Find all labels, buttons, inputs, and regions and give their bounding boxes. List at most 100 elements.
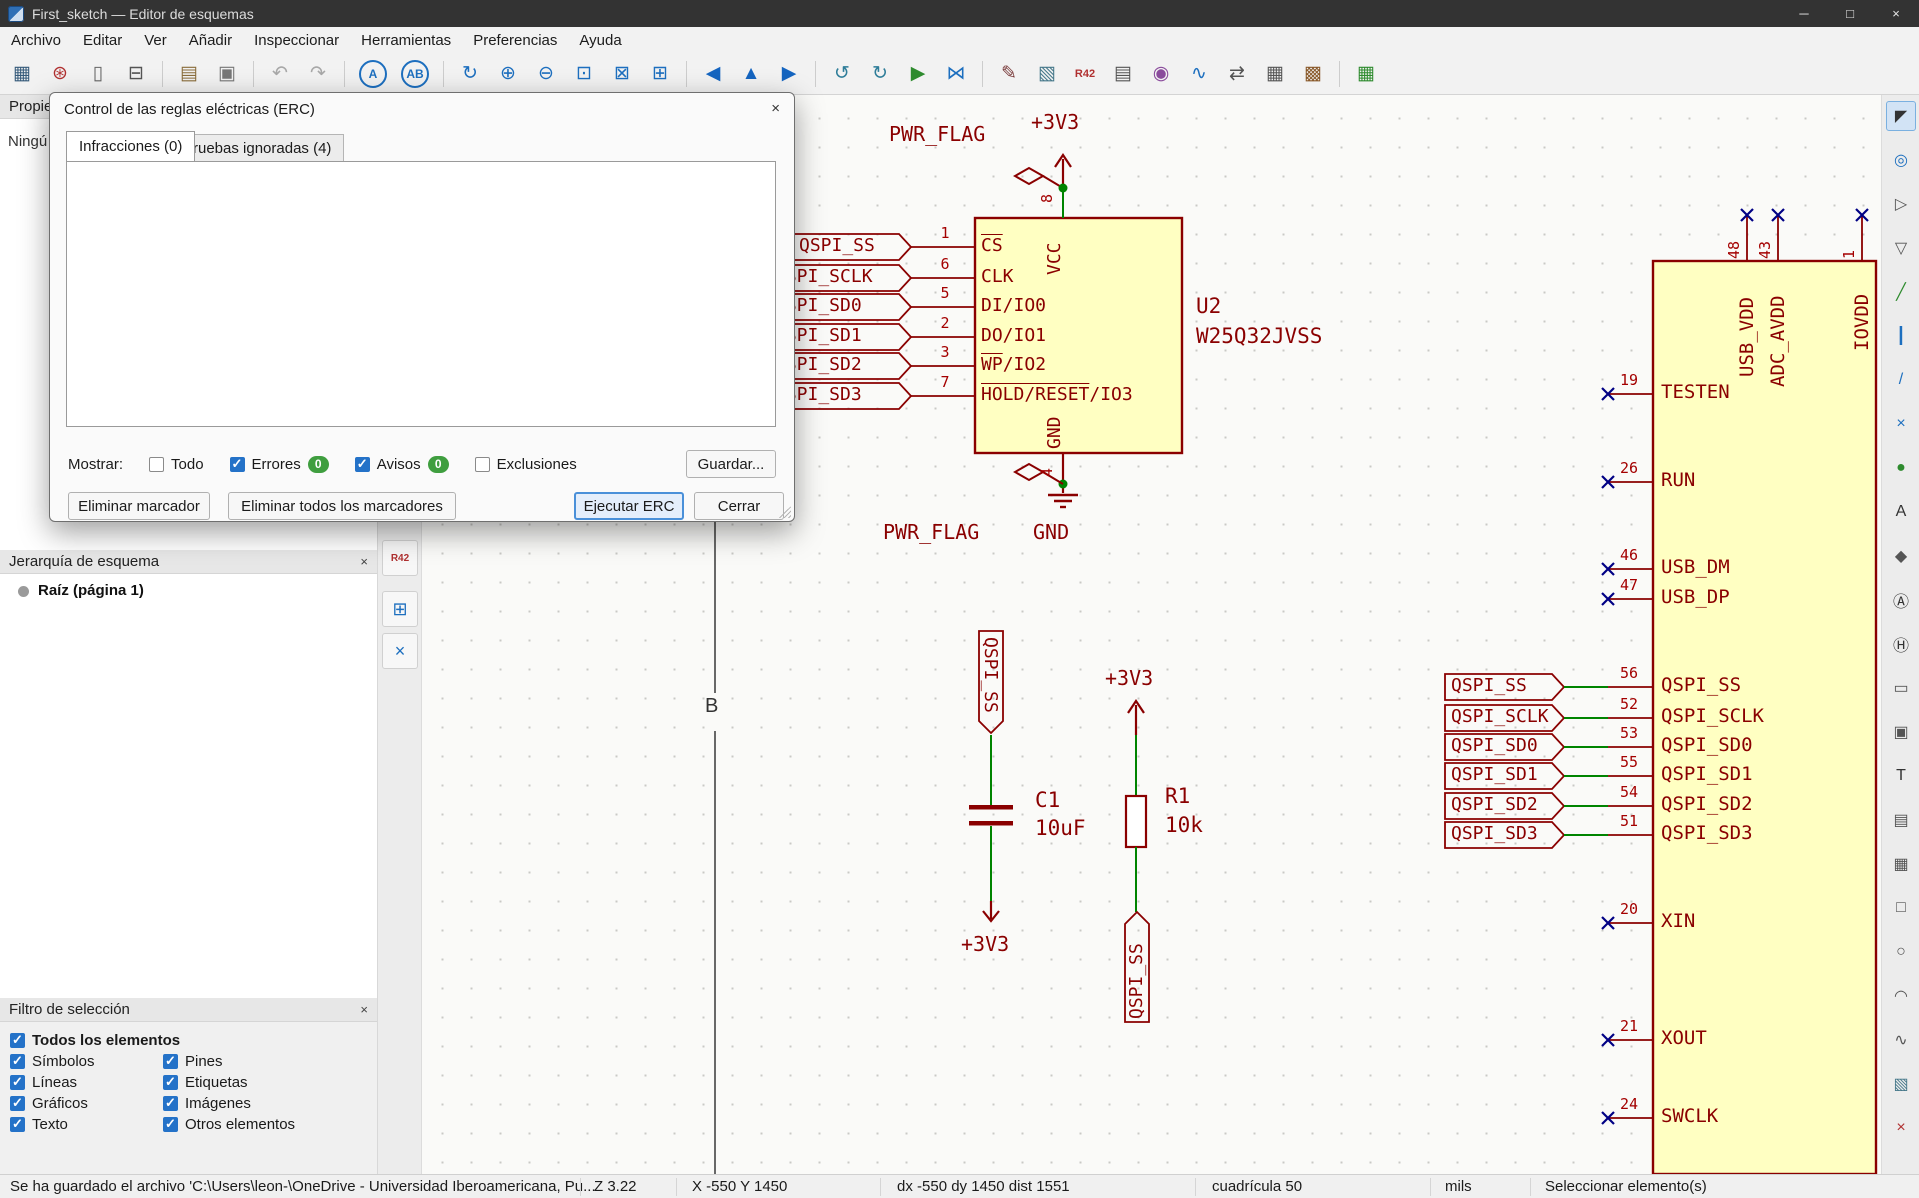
erc-filter-avisos[interactable]: Avisos 0 [354, 454, 449, 475]
netclass-directive-tool-icon[interactable]: ◆ [1886, 541, 1916, 571]
textbox-tool-icon[interactable]: ▤ [1886, 805, 1916, 835]
maximize-button[interactable]: □ [1827, 0, 1873, 27]
checkbox-icon[interactable] [163, 1053, 178, 1069]
highlight-net-tool-icon[interactable]: ◎ [1886, 145, 1916, 175]
u2-value[interactable]: W25Q32JVSS [1196, 324, 1322, 348]
menu-editar[interactable]: Editar [72, 27, 133, 53]
close-icon[interactable]: × [771, 100, 780, 117]
resize-grip[interactable] [779, 506, 791, 518]
arc-tool-icon[interactable]: ◠ [1886, 981, 1916, 1011]
net-label[interactable]: QSPI_SD3 [1451, 824, 1538, 844]
image-tool-icon[interactable]: ▧ [1886, 1069, 1916, 1099]
hierarchy-panel-caption[interactable]: Jerarquía de esquema × [0, 550, 377, 574]
menu-anadir[interactable]: Añadir [178, 27, 243, 53]
net-label[interactable]: QSPI_SD0 [1451, 736, 1538, 756]
window-titlebar[interactable]: First_sketch — Editor de esquemas ─ □ × [0, 0, 1919, 27]
menu-preferencias[interactable]: Preferencias [462, 27, 568, 53]
checkbox-icon[interactable] [10, 1053, 25, 1069]
v33-label[interactable]: +3V3 [1031, 111, 1079, 133]
undo-icon[interactable]: ↶ [264, 58, 296, 90]
delete-marker-button[interactable]: Eliminar marcador [68, 492, 210, 520]
u2-reference[interactable]: U2 [1196, 294, 1221, 318]
symbol-editor-icon[interactable]: ✎ [993, 58, 1025, 90]
copy-icon[interactable]: ▣ [211, 58, 243, 90]
checkbox-icon[interactable] [149, 456, 165, 472]
save-icon[interactable]: ▦ [6, 58, 38, 90]
checkbox-icon[interactable] [163, 1116, 178, 1132]
erc-filter-exclusiones[interactable]: Exclusiones [474, 454, 577, 475]
hierarchy-navigator-toggle-icon[interactable]: ⊞ [382, 591, 418, 627]
sheet-pin-tool-icon[interactable]: ▣ [1886, 717, 1916, 747]
run-simulation-icon[interactable]: ▶ [902, 58, 934, 90]
nav-up-icon[interactable]: ▲ [735, 58, 767, 90]
filter-checkbox-otroselementos[interactable]: Otros elementos [163, 1114, 295, 1135]
junction-tool-icon[interactable]: ● [1886, 453, 1916, 483]
page-settings-icon[interactable]: ▯ [82, 58, 114, 90]
no-connect-tool-icon[interactable]: × [1886, 409, 1916, 439]
run-erc-button[interactable]: Ejecutar ERC [574, 492, 684, 520]
bom-icon[interactable]: ▦ [1259, 58, 1291, 90]
simulator-icon[interactable]: ∿ [1183, 58, 1215, 90]
text-tool-icon[interactable]: T [1886, 761, 1916, 791]
checkbox-icon[interactable] [10, 1074, 25, 1090]
checkbox-icon[interactable] [10, 1032, 25, 1048]
filter-checkbox-todosloselementos[interactable]: Todos los elementos [10, 1030, 180, 1051]
checkbox-icon[interactable] [10, 1116, 25, 1132]
pcb-editor-icon[interactable]: ▦ [1350, 58, 1382, 90]
select-tool-icon[interactable]: ◤ [1886, 101, 1916, 131]
hierarchical-label-tool-icon[interactable]: Ⓗ [1886, 629, 1916, 659]
checkbox-icon[interactable] [163, 1074, 178, 1090]
annotate-icon[interactable]: R42 [1069, 58, 1101, 90]
filter-checkbox-etiquetas[interactable]: Etiquetas [163, 1072, 295, 1093]
minimize-button[interactable]: ─ [1781, 0, 1827, 27]
close-button[interactable]: × [1873, 0, 1919, 27]
net-label[interactable]: QSPI_SD1 [1451, 765, 1538, 785]
net-label-tool-icon[interactable]: A [1886, 497, 1916, 527]
pwr-flag-label-bottom[interactable]: PWR_FLAG [883, 521, 979, 543]
c1-reference[interactable]: C1 [1035, 788, 1060, 812]
rotate-ccw-icon[interactable]: ↺ [826, 58, 858, 90]
zoom-page-icon[interactable]: ⊠ [606, 58, 638, 90]
c1-net-label[interactable]: QSPI_SS [980, 637, 1001, 729]
circle-tool-icon[interactable]: ○ [1886, 937, 1916, 967]
delete-tool-icon[interactable]: × [1886, 1113, 1916, 1143]
r1-net-label[interactable]: QSPI_SS [1126, 927, 1147, 1019]
resistor-body[interactable] [1124, 794, 1148, 849]
close-icon[interactable]: × [360, 1002, 368, 1017]
filter-checkbox-lineas[interactable]: Líneas [10, 1072, 180, 1093]
zoom-out-icon[interactable]: ⊖ [530, 58, 562, 90]
sheet-tool-icon[interactable]: ▭ [1886, 673, 1916, 703]
filter-checkbox-pines[interactable]: Pines [163, 1051, 295, 1072]
bus-tool-icon[interactable]: ┃ [1886, 321, 1916, 351]
filter-checkbox-texto[interactable]: Texto [10, 1114, 180, 1135]
net-label[interactable]: QSPI_SCLK [1451, 707, 1549, 727]
close-dialog-button[interactable]: Cerrar [694, 492, 784, 520]
menu-archivo[interactable]: Archivo [0, 27, 72, 53]
wire-tool-icon[interactable]: ╱ [1886, 277, 1916, 307]
table-tool-icon[interactable]: ▦ [1886, 849, 1916, 879]
r1-value[interactable]: 10k [1165, 813, 1203, 837]
erc-icon[interactable]: ◉ [1145, 58, 1177, 90]
schematic-setup-icon[interactable]: ⊛ [44, 58, 76, 90]
checkbox-icon[interactable] [229, 456, 245, 472]
checkbox-icon[interactable] [474, 456, 490, 472]
capacitor-plate[interactable] [969, 805, 1013, 810]
find-replace-icon[interactable]: AB [401, 59, 429, 88]
filter-checkbox-simbolos[interactable]: Símbolos [10, 1051, 180, 1072]
zoom-in-icon[interactable]: ⊕ [492, 58, 524, 90]
print-icon[interactable]: ⊟ [120, 58, 152, 90]
bezier-tool-icon[interactable]: ∿ [1886, 1025, 1916, 1055]
checkbox-icon[interactable] [10, 1095, 25, 1111]
menu-ayuda[interactable]: Ayuda [568, 27, 632, 53]
save-report-button[interactable]: Guardar... [686, 450, 776, 478]
place-power-tool-icon[interactable]: ▽ [1886, 233, 1916, 263]
filter-checkbox-graficos[interactable]: Gráficos [10, 1093, 180, 1114]
checkbox-icon[interactable] [354, 456, 370, 472]
assign-footprints-icon[interactable]: ⇄ [1221, 58, 1253, 90]
r1-rail-label[interactable]: +3V3 [1105, 667, 1153, 689]
net-label[interactable]: QSPI_SS [799, 236, 875, 256]
bus-entry-tool-icon[interactable]: / [1886, 365, 1916, 395]
erc-filter-todo[interactable]: Todo [149, 454, 204, 475]
tab-infracciones[interactable]: Infracciones (0) [66, 131, 196, 161]
symbol-fields-table-icon[interactable]: ▤ [1107, 58, 1139, 90]
